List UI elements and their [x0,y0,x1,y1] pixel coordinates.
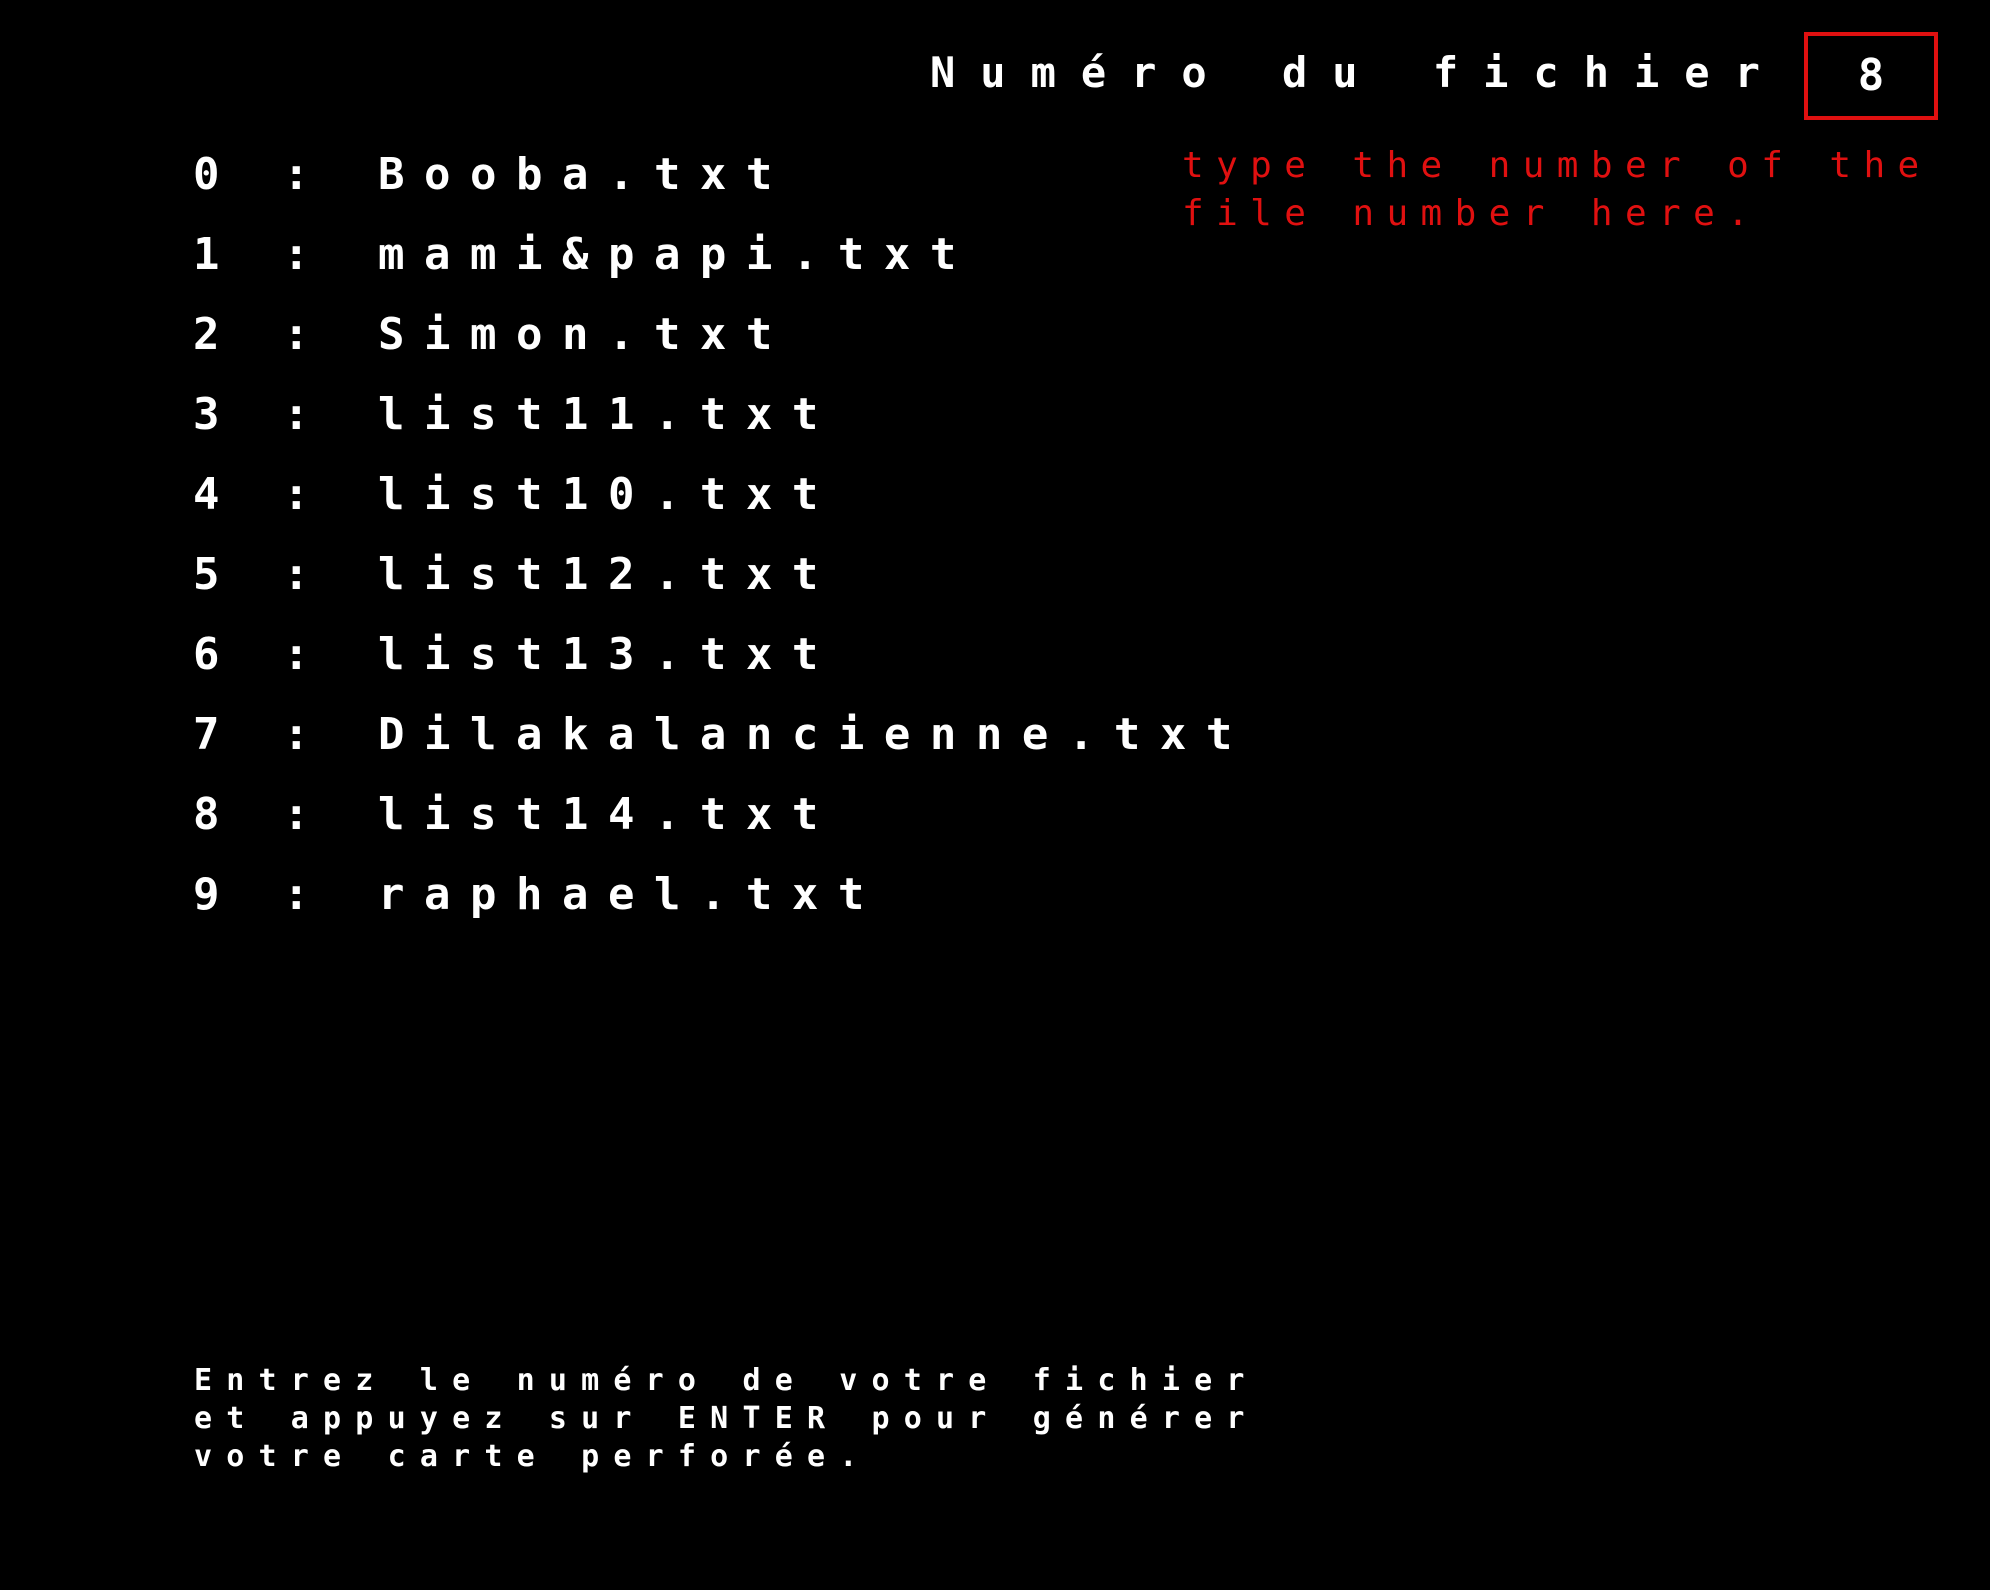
file-list-item[interactable]: 9 : raphael.txt [193,865,1252,945]
file-name: list11.txt [378,389,838,440]
file-list-item[interactable]: 5 : list12.txt [193,545,1252,625]
file-number-input[interactable]: 8 [1804,32,1938,120]
file-separator: : [283,389,310,440]
file-list-item[interactable]: 0 : Booba.txt [193,145,1252,225]
file-separator: : [283,229,310,280]
file-separator: : [283,549,310,600]
file-name: raphael.txt [378,869,884,920]
file-name: list12.txt [378,549,838,600]
file-separator: : [283,789,310,840]
file-index: 1 [193,229,220,280]
file-list-item[interactable]: 4 : list10.txt [193,465,1252,545]
file-name: mami&papi.txt [378,229,976,280]
file-name: Simon.txt [378,309,792,360]
file-name: Booba.txt [378,149,792,200]
file-index: 5 [193,549,220,600]
file-index: 0 [193,149,220,200]
file-list: 0 : Booba.txt 1 : mami&papi.txt 2 : Simo… [193,145,1252,945]
file-separator: : [283,629,310,680]
file-number-prompt: Numéro du fichier : [930,48,1885,97]
file-list-item[interactable]: 2 : Simon.txt [193,305,1252,385]
file-index: 2 [193,309,220,360]
file-separator: : [283,309,310,360]
file-list-item[interactable]: 3 : list11.txt [193,385,1252,465]
file-list-item[interactable]: 1 : mami&papi.txt [193,225,1252,305]
file-name: list13.txt [378,629,838,680]
file-index: 7 [193,709,220,760]
instruction-line: votre carte perforée. [194,1439,872,1474]
file-number-label: Numéro du fichier : [930,48,1886,97]
file-index: 3 [193,389,220,440]
file-separator: : [283,149,310,200]
instruction-line: et appuyez sur ENTER pour générer [194,1401,1259,1436]
instructions: Entrez le numéro de votre fichier et app… [194,1362,1259,1476]
input-hint: type the number of the file number here. [1182,145,1932,234]
file-list-item[interactable]: 8 : list14.txt [193,785,1252,865]
file-index: 6 [193,629,220,680]
file-list-item[interactable]: 7 : Dilakalancienne.txt [193,705,1252,785]
file-index: 4 [193,469,220,520]
file-index: 8 [193,789,220,840]
file-list-item[interactable]: 6 : list13.txt [193,625,1252,705]
file-name: Dilakalancienne.txt [378,709,1252,760]
file-index: 9 [193,869,220,920]
file-separator: : [283,469,310,520]
file-name: list10.txt [378,469,838,520]
file-name: list14.txt [378,789,838,840]
file-separator: : [283,869,310,920]
file-separator: : [283,709,310,760]
instruction-line: Entrez le numéro de votre fichier [194,1363,1259,1398]
